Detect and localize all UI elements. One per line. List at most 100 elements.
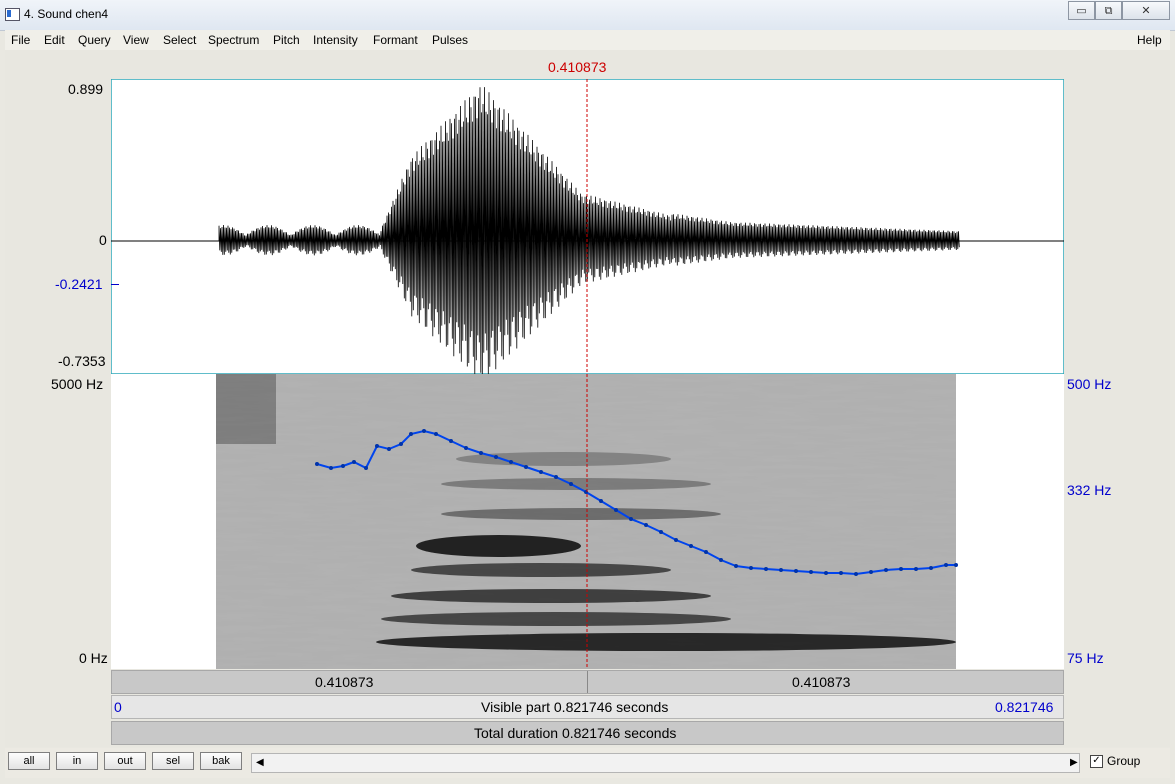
menu-file[interactable]: File [11,33,30,47]
pitch-min-label: 75 Hz [1067,650,1104,666]
pitch-point [914,567,918,571]
scroll-left-icon[interactable]: ◀ [256,757,264,768]
pitch-point [315,462,319,466]
cursor-time-label: 0.410873 [548,59,607,75]
menu-query[interactable]: Query [78,33,111,47]
pitch-point [764,567,768,571]
pitch-point [794,569,798,573]
waveform-cursor-value-label: -0.2421 [55,276,103,292]
harmonic-band [376,633,956,651]
pitch-point [869,570,873,574]
zoom-back-button[interactable]: bak [200,752,242,770]
harmonic-band [416,535,581,557]
close-button[interactable]: ✕ [1122,1,1170,20]
pitch-point [734,564,738,568]
pitch-point [779,568,783,572]
pitch-point [749,566,753,570]
pitch-point [689,544,693,548]
waveform-zero-label: 0 [99,232,107,248]
scroll-right-icon[interactable]: ▶ [1070,757,1078,768]
pitch-point [422,429,426,433]
zoom-all-button[interactable]: all [8,752,50,770]
harmonic-band [381,612,731,626]
pitch-point [614,508,618,512]
menu-select[interactable]: Select [163,33,196,47]
waveform-ymin-label: -0.7353 [58,353,106,369]
harmonic-band [441,508,721,520]
pitch-point [944,563,948,567]
pitch-point [644,523,648,527]
menu-help[interactable]: Help [1137,33,1162,47]
left-segment-duration: 0.410873 [315,674,374,690]
horizontal-scrollbar[interactable]: ◀ ▶ [251,753,1080,773]
harmonic-band [441,478,711,490]
menu-view[interactable]: View [123,33,149,47]
pitch-point [659,530,663,534]
restore-button[interactable]: ⧉ [1095,1,1122,20]
minimize-button[interactable]: ▭ [1068,1,1095,20]
cursor-value-tick [111,284,119,285]
pitch-point [899,567,903,571]
pitch-point [341,464,345,468]
spectrogram-panel[interactable] [111,374,1064,669]
harmonic-band [391,589,711,603]
menu-edit[interactable]: Edit [44,33,65,47]
pitch-point [809,570,813,574]
pitch-point [704,550,708,554]
pitch-point [329,466,333,470]
visible-part-bar[interactable]: 0 Visible part 0.821746 seconds 0.821746 [111,695,1064,719]
pitch-point [854,572,858,576]
zoom-out-button[interactable]: out [104,752,146,770]
waveform-ymax-label: 0.899 [68,81,104,97]
pitch-point [719,558,723,562]
pitch-point [524,465,528,469]
menu-pulses[interactable]: Pulses [432,33,468,47]
zoom-selection-button[interactable]: sel [152,752,194,770]
pitch-point [464,446,468,450]
menu-bar: File Edit Query View Select Spectrum Pit… [5,30,1170,50]
pitch-point [449,439,453,443]
pitch-point [409,432,413,436]
pitch-point [674,538,678,542]
cursor-divider [587,671,588,693]
pitch-max-label: 500 Hz [1067,376,1112,392]
pitch-point [434,432,438,436]
spectrogram-fmax-label: 5000 Hz [51,376,104,392]
pitch-point [954,563,958,567]
pitch-point [569,482,573,486]
title-bar: 4. Sound chen4 ▭ ⧉ ✕ [0,0,1175,31]
noise-region [216,374,276,444]
pitch-point [375,444,379,448]
pitch-point [839,571,843,575]
visible-part-label: Visible part 0.821746 seconds [481,699,669,715]
pitch-point [479,451,483,455]
pitch-point [599,499,603,503]
pitch-point [824,571,828,575]
harmonic-band [411,563,671,577]
menu-formant[interactable]: Formant [373,33,418,47]
pitch-point [494,455,498,459]
group-checkbox[interactable]: ✓ [1090,755,1103,768]
zoom-in-button[interactable]: in [56,752,98,770]
visible-end-time: 0.821746 [995,699,1054,715]
spectrogram-fmin-label: 0 Hz [79,650,108,666]
app-icon [5,8,20,21]
pitch-point [539,470,543,474]
group-label: Group [1107,754,1141,768]
menu-spectrum[interactable]: Spectrum [208,33,259,47]
pitch-point [387,447,391,451]
selection-timebar[interactable]: 0.410873 0.410873 [111,670,1064,694]
pitch-point [399,442,403,446]
window-title: 4. Sound chen4 [24,7,109,21]
pitch-point [509,460,513,464]
total-duration-label: Total duration 0.821746 seconds [474,725,677,741]
pitch-mid-label: 332 Hz [1067,482,1112,498]
total-duration-bar[interactable]: Total duration 0.821746 seconds [111,721,1064,745]
waveform-panel[interactable] [111,79,1064,374]
menu-pitch[interactable]: Pitch [273,33,300,47]
visible-start-time: 0 [114,699,122,715]
bottom-controls: all in out sel bak ◀ ▶ ✓ Group [5,748,1170,778]
pitch-point [364,466,368,470]
pitch-point [554,475,558,479]
menu-intensity[interactable]: Intensity [313,33,358,47]
